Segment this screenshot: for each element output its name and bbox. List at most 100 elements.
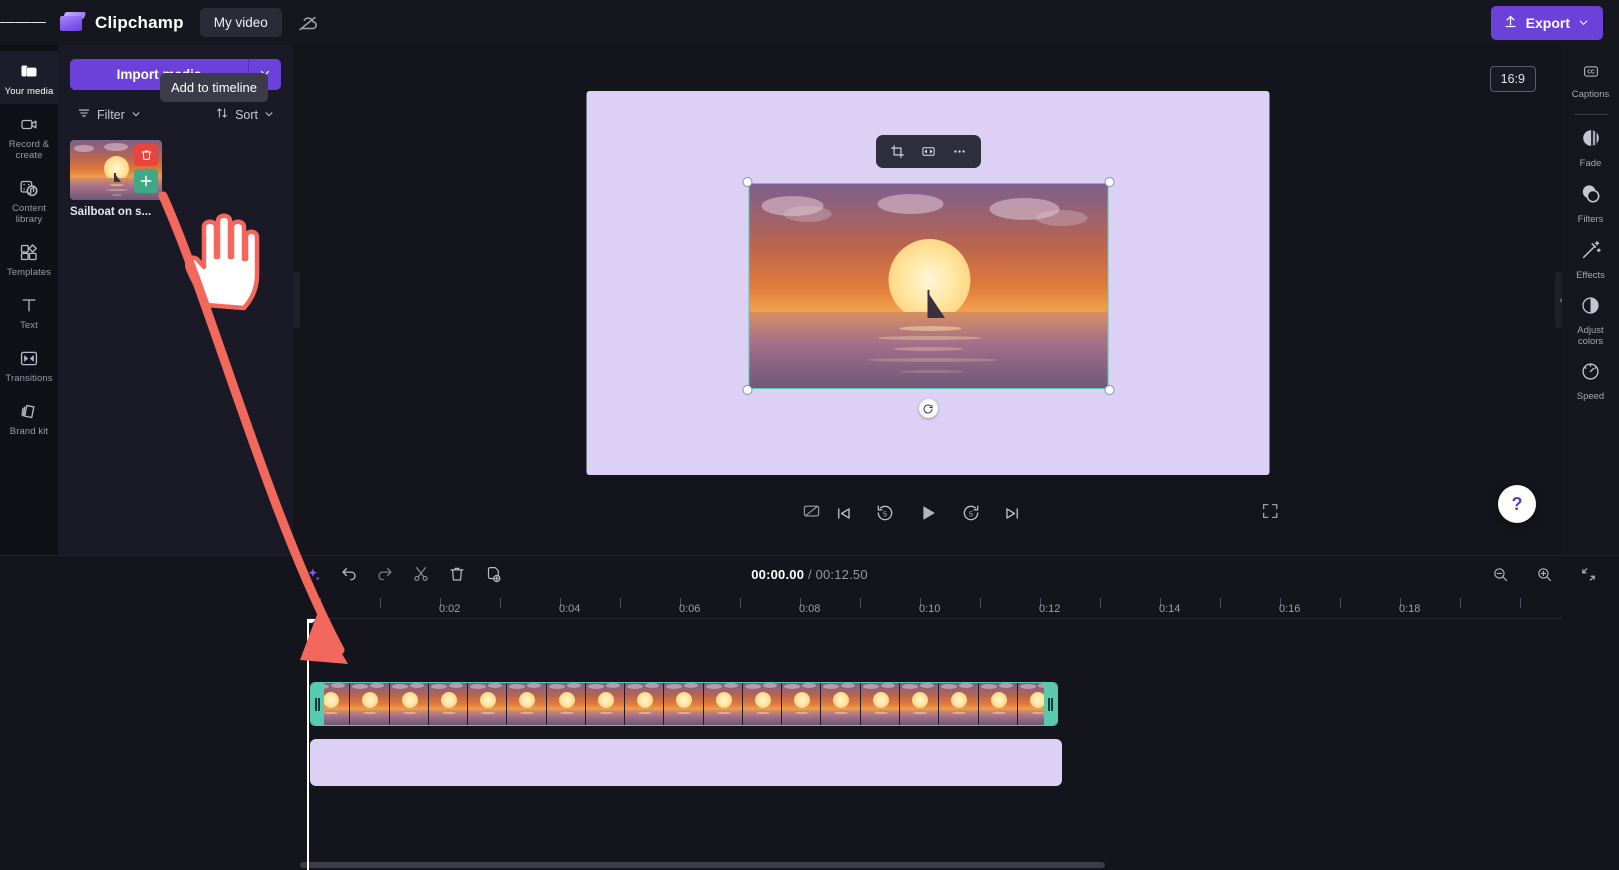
filmstrip-frame bbox=[939, 683, 979, 725]
contrast-icon bbox=[1580, 295, 1601, 321]
trim-handle-right[interactable] bbox=[1044, 683, 1057, 725]
help-button[interactable]: ? bbox=[1498, 485, 1536, 523]
hamburger-menu-icon[interactable] bbox=[0, 0, 46, 45]
secondary-track-clip[interactable] bbox=[310, 739, 1062, 786]
sidebar-item-text[interactable]: Text bbox=[0, 285, 58, 338]
resize-handle-bottom-left[interactable] bbox=[742, 385, 752, 395]
filter-button[interactable]: Filter bbox=[72, 103, 146, 126]
export-button[interactable]: Export bbox=[1490, 5, 1603, 40]
right-properties-rail: CC Captions Fade Filters Effects Adjust … bbox=[1562, 45, 1619, 555]
ruler-tick bbox=[1100, 598, 1101, 608]
svg-text:5: 5 bbox=[969, 510, 973, 518]
sidebar-item-content-library[interactable]: Content library bbox=[0, 168, 58, 232]
ruler-label: 0:04 bbox=[559, 603, 581, 615]
filmstrip-frame bbox=[782, 683, 822, 725]
total-time: 00:12.50 bbox=[815, 566, 868, 582]
brand: Clipchamp bbox=[60, 11, 184, 34]
filmstrip-frame bbox=[507, 683, 547, 725]
sidebar-item-record-create[interactable]: Record & create bbox=[0, 104, 58, 168]
forward-5s-button[interactable]: 5 bbox=[961, 503, 981, 523]
sidebar-item-transitions[interactable]: Transitions bbox=[0, 338, 58, 391]
ruler-tick bbox=[860, 598, 861, 608]
timeline-ruler[interactable]: 0:02 0:04 0:06 0:08 0:10 0:12 0:14 0:16 0:18 bbox=[307, 592, 1562, 619]
aspect-ratio-badge[interactable]: 16:9 bbox=[1489, 66, 1536, 92]
media-thumbnail[interactable] bbox=[70, 140, 162, 200]
transitions-icon bbox=[18, 347, 40, 369]
redo-button[interactable] bbox=[372, 561, 398, 587]
rewind-5s-button[interactable]: 5 bbox=[875, 503, 895, 523]
ruler-tick bbox=[380, 598, 381, 608]
rotate-handle[interactable] bbox=[918, 399, 938, 418]
sidebar-label: Speed bbox=[1576, 391, 1605, 402]
sidebar-label: Record & create bbox=[8, 139, 50, 161]
fade-icon bbox=[1580, 127, 1602, 154]
delete-button[interactable] bbox=[444, 561, 470, 587]
zoom-in-button[interactable] bbox=[1531, 561, 1557, 587]
trim-handle-left[interactable] bbox=[311, 683, 324, 725]
fit-timeline-button[interactable] bbox=[1575, 561, 1601, 587]
resize-handle-top-right[interactable] bbox=[1104, 177, 1114, 187]
selected-video-element[interactable] bbox=[742, 135, 1114, 418]
undo-button[interactable] bbox=[336, 561, 362, 587]
timeline-tools bbox=[300, 561, 506, 587]
sort-button[interactable]: Sort bbox=[210, 103, 279, 126]
captions-off-icon[interactable] bbox=[801, 502, 822, 525]
text-t-icon bbox=[19, 294, 39, 316]
add-to-timeline-tooltip: Add to timeline bbox=[160, 73, 268, 102]
sidebar-item-effects[interactable]: Effects bbox=[1562, 231, 1619, 287]
project-name-field[interactable]: My video bbox=[199, 8, 282, 37]
fullscreen-button[interactable] bbox=[1261, 502, 1279, 525]
zoom-out-button[interactable] bbox=[1487, 561, 1513, 587]
sidebar-item-adjust-colors[interactable]: Adjust colors bbox=[1562, 287, 1619, 353]
play-button[interactable] bbox=[917, 502, 939, 524]
sidebar-item-speed[interactable]: Speed bbox=[1562, 353, 1619, 408]
sidebar-label: Transitions bbox=[5, 373, 53, 384]
crop-button[interactable] bbox=[884, 139, 911, 164]
skip-to-start-button[interactable] bbox=[834, 504, 853, 523]
svg-text:CC: CC bbox=[1587, 69, 1595, 75]
resize-handle-bottom-right[interactable] bbox=[1104, 385, 1114, 395]
filmstrip-frame bbox=[428, 683, 469, 725]
duplicate-button[interactable] bbox=[480, 561, 506, 587]
filmstrip-frame bbox=[978, 683, 1018, 725]
sidebar-item-templates[interactable]: Templates bbox=[0, 232, 58, 285]
sidebar-item-fade[interactable]: Fade bbox=[1562, 119, 1619, 175]
sort-label: Sort bbox=[235, 107, 258, 122]
media-panel: Import media Filter Sort Sailboat on s..… bbox=[58, 45, 293, 555]
ruler-tick bbox=[320, 598, 321, 608]
ruler-label: 0:10 bbox=[919, 603, 941, 615]
sidebar-item-brand-kit[interactable]: Brand kit bbox=[0, 391, 58, 444]
transport-controls: 5 5 bbox=[834, 502, 1022, 524]
fit-button[interactable] bbox=[915, 139, 942, 164]
timecode-display: 00:00.00 / 00:12.50 bbox=[751, 567, 868, 582]
ai-tools-button[interactable] bbox=[300, 561, 326, 587]
media-item[interactable]: Sailboat on s... bbox=[70, 140, 162, 218]
preview-stage bbox=[586, 91, 1269, 475]
cloud-off-icon[interactable] bbox=[296, 11, 320, 35]
playhead[interactable] bbox=[307, 619, 315, 870]
resize-handle-top-left[interactable] bbox=[742, 177, 752, 187]
sidebar-item-filters[interactable]: Filters bbox=[1562, 175, 1619, 231]
sidebar-item-captions[interactable]: CC Captions bbox=[1562, 55, 1619, 106]
ruler-label: 0:08 bbox=[799, 603, 821, 615]
delete-media-button[interactable] bbox=[134, 144, 158, 166]
filters-icon bbox=[1580, 183, 1602, 210]
filmstrip bbox=[311, 683, 1057, 725]
filmstrip-frame bbox=[860, 683, 900, 725]
timeline-horizontal-scrollbar[interactable] bbox=[300, 862, 1105, 868]
filter-label: Filter bbox=[97, 107, 125, 122]
add-to-timeline-button[interactable] bbox=[134, 169, 158, 193]
more-options-button[interactable] bbox=[946, 139, 973, 164]
sidebar-item-your-media[interactable]: Your media bbox=[0, 51, 58, 104]
sidebar-label: Effects bbox=[1576, 270, 1605, 281]
sailboat-video-clip[interactable] bbox=[310, 682, 1058, 726]
ruler-tick bbox=[620, 598, 621, 608]
split-button[interactable] bbox=[408, 561, 434, 587]
chevron-down-icon bbox=[1578, 15, 1589, 31]
hand-cursor-pointer bbox=[178, 205, 264, 318]
video-frame bbox=[748, 183, 1108, 389]
timeline-tracks bbox=[307, 619, 1619, 870]
brand-kit-icon bbox=[18, 400, 40, 422]
brand-name: Clipchamp bbox=[95, 12, 184, 32]
skip-to-end-button[interactable] bbox=[1003, 504, 1022, 523]
